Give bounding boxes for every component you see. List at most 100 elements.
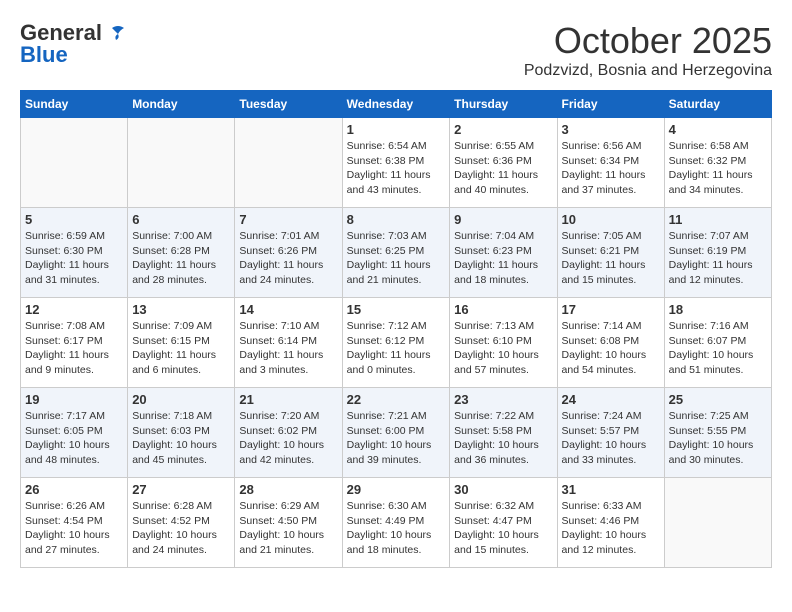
day-number: 20 (132, 392, 230, 407)
calendar-cell: 5Sunrise: 6:59 AM Sunset: 6:30 PM Daylig… (21, 208, 128, 298)
day-number: 19 (25, 392, 123, 407)
day-info: Sunrise: 7:21 AM Sunset: 6:00 PM Dayligh… (347, 409, 446, 468)
calendar-cell: 10 Sunrise: 7:05 AM Sunset: 6:21 PM Dayli… (557, 208, 664, 298)
month-title: October 2025 (524, 20, 772, 62)
weekday-header-thursday: Thursday (450, 91, 557, 118)
day-info: Sunrise: 7:05 AM Sunset: 6:21 PM Dayligh… (562, 229, 660, 288)
calendar-week-row: 1 Sunrise: 6:54 AM Sunset: 6:38 PM Daylig… (21, 118, 772, 208)
weekday-header-sunday: Sunday (21, 91, 128, 118)
calendar-cell: 27 Sunrise: 6:28 AM Sunset: 4:52 PM Dayli… (128, 478, 235, 568)
logo-bird-icon (104, 24, 126, 42)
calendar-cell: 19 Sunrise: 7:17 AM Sunset: 6:05 PM Dayli… (21, 388, 128, 478)
day-number: 3 (562, 122, 660, 137)
day-info: Sunrise: 7:18 AM Sunset: 6:03 PM Dayligh… (132, 409, 230, 468)
day-number: 7 (239, 212, 337, 227)
calendar-cell (664, 478, 771, 568)
weekday-header-wednesday: Wednesday (342, 91, 450, 118)
day-info: Sunrise: 7:04 AM Sunset: 6:23 PM Dayligh… (454, 229, 552, 288)
day-info: Sunrise: 7:17 AM Sunset: 6:05 PM Dayligh… (25, 409, 123, 468)
calendar-cell: 18 Sunrise: 7:16 AM Sunset: 6:07 PM Dayli… (664, 298, 771, 388)
calendar-cell: 3Sunrise: 6:56 AM Sunset: 6:34 PM Daylig… (557, 118, 664, 208)
day-number: 22 (347, 392, 446, 407)
calendar-cell: 16Sunrise: 7:13 AM Sunset: 6:10 PM Dayli… (450, 298, 557, 388)
day-info: Sunrise: 7:07 AM Sunset: 6:19 PM Dayligh… (669, 229, 767, 288)
day-info: Sunrise: 6:32 AM Sunset: 4:47 PM Dayligh… (454, 499, 552, 558)
calendar-cell: 1 Sunrise: 6:54 AM Sunset: 6:38 PM Daylig… (342, 118, 450, 208)
calendar-week-row: 5Sunrise: 6:59 AM Sunset: 6:30 PM Daylig… (21, 208, 772, 298)
day-number: 9 (454, 212, 552, 227)
day-info: Sunrise: 7:16 AM Sunset: 6:07 PM Dayligh… (669, 319, 767, 378)
calendar-cell: 8 Sunrise: 7:03 AM Sunset: 6:25 PM Daylig… (342, 208, 450, 298)
day-number: 26 (25, 482, 123, 497)
day-info: Sunrise: 6:54 AM Sunset: 6:38 PM Dayligh… (347, 139, 446, 198)
day-info: Sunrise: 7:10 AM Sunset: 6:14 PM Dayligh… (239, 319, 337, 378)
calendar-cell: 15Sunrise: 7:12 AM Sunset: 6:12 PM Dayli… (342, 298, 450, 388)
calendar-cell (21, 118, 128, 208)
day-number: 28 (239, 482, 337, 497)
calendar-cell: 23Sunrise: 7:22 AM Sunset: 5:58 PM Dayli… (450, 388, 557, 478)
day-number: 21 (239, 392, 337, 407)
day-number: 13 (132, 302, 230, 317)
calendar-week-row: 19 Sunrise: 7:17 AM Sunset: 6:05 PM Dayli… (21, 388, 772, 478)
day-info: Sunrise: 7:20 AM Sunset: 6:02 PM Dayligh… (239, 409, 337, 468)
day-info: Sunrise: 6:30 AM Sunset: 4:49 PM Dayligh… (347, 499, 446, 558)
day-number: 1 (347, 122, 446, 137)
weekday-header-tuesday: Tuesday (235, 91, 342, 118)
day-info: Sunrise: 6:58 AM Sunset: 6:32 PM Dayligh… (669, 139, 767, 198)
calendar-cell: 2 Sunrise: 6:55 AM Sunset: 6:36 PM Daylig… (450, 118, 557, 208)
calendar-cell: 31 Sunrise: 6:33 AM Sunset: 4:46 PM Dayli… (557, 478, 664, 568)
calendar-week-row: 26Sunrise: 6:26 AM Sunset: 4:54 PM Dayli… (21, 478, 772, 568)
calendar-cell: 20 Sunrise: 7:18 AM Sunset: 6:03 PM Dayli… (128, 388, 235, 478)
day-info: Sunrise: 6:29 AM Sunset: 4:50 PM Dayligh… (239, 499, 337, 558)
day-number: 8 (347, 212, 446, 227)
day-info: Sunrise: 6:33 AM Sunset: 4:46 PM Dayligh… (562, 499, 660, 558)
calendar-table: SundayMondayTuesdayWednesdayThursdayFrid… (20, 90, 772, 568)
calendar-cell: 21 Sunrise: 7:20 AM Sunset: 6:02 PM Dayli… (235, 388, 342, 478)
day-number: 10 (562, 212, 660, 227)
day-info: Sunrise: 6:55 AM Sunset: 6:36 PM Dayligh… (454, 139, 552, 198)
day-info: Sunrise: 6:28 AM Sunset: 4:52 PM Dayligh… (132, 499, 230, 558)
day-number: 29 (347, 482, 446, 497)
calendar-cell: 28 Sunrise: 6:29 AM Sunset: 4:50 PM Dayli… (235, 478, 342, 568)
calendar-cell: 14Sunrise: 7:10 AM Sunset: 6:14 PM Dayli… (235, 298, 342, 388)
day-info: Sunrise: 7:03 AM Sunset: 6:25 PM Dayligh… (347, 229, 446, 288)
day-info: Sunrise: 7:24 AM Sunset: 5:57 PM Dayligh… (562, 409, 660, 468)
calendar-cell: 13 Sunrise: 7:09 AM Sunset: 6:15 PM Dayli… (128, 298, 235, 388)
calendar-cell: 17Sunrise: 7:14 AM Sunset: 6:08 PM Dayli… (557, 298, 664, 388)
day-info: Sunrise: 7:00 AM Sunset: 6:28 PM Dayligh… (132, 229, 230, 288)
day-number: 17 (562, 302, 660, 317)
weekday-header-monday: Monday (128, 91, 235, 118)
day-info: Sunrise: 6:59 AM Sunset: 6:30 PM Dayligh… (25, 229, 123, 288)
day-number: 31 (562, 482, 660, 497)
day-info: Sunrise: 7:09 AM Sunset: 6:15 PM Dayligh… (132, 319, 230, 378)
day-number: 11 (669, 212, 767, 227)
calendar-cell: 24 Sunrise: 7:24 AM Sunset: 5:57 PM Dayli… (557, 388, 664, 478)
day-info: Sunrise: 7:25 AM Sunset: 5:55 PM Dayligh… (669, 409, 767, 468)
day-number: 16 (454, 302, 552, 317)
day-number: 2 (454, 122, 552, 137)
calendar-cell: 9 Sunrise: 7:04 AM Sunset: 6:23 PM Daylig… (450, 208, 557, 298)
location: Podzvizd, Bosnia and Herzegovina (524, 62, 772, 80)
calendar-cell: 30Sunrise: 6:32 AM Sunset: 4:47 PM Dayli… (450, 478, 557, 568)
day-info: Sunrise: 7:01 AM Sunset: 6:26 PM Dayligh… (239, 229, 337, 288)
logo-text-blue: Blue (20, 42, 68, 68)
weekday-header-friday: Friday (557, 91, 664, 118)
day-number: 18 (669, 302, 767, 317)
calendar-cell: 12Sunrise: 7:08 AM Sunset: 6:17 PM Dayli… (21, 298, 128, 388)
calendar-cell (128, 118, 235, 208)
day-number: 6 (132, 212, 230, 227)
day-info: Sunrise: 7:22 AM Sunset: 5:58 PM Dayligh… (454, 409, 552, 468)
title-block: October 2025 Podzvizd, Bosnia and Herzeg… (524, 20, 772, 80)
day-number: 25 (669, 392, 767, 407)
calendar-cell: 29 Sunrise: 6:30 AM Sunset: 4:49 PM Dayli… (342, 478, 450, 568)
calendar-cell: 26Sunrise: 6:26 AM Sunset: 4:54 PM Dayli… (21, 478, 128, 568)
logo: General Blue (20, 20, 126, 68)
calendar-cell: 7 Sunrise: 7:01 AM Sunset: 6:26 PM Daylig… (235, 208, 342, 298)
day-number: 4 (669, 122, 767, 137)
day-number: 27 (132, 482, 230, 497)
day-number: 24 (562, 392, 660, 407)
day-info: Sunrise: 7:08 AM Sunset: 6:17 PM Dayligh… (25, 319, 123, 378)
calendar-cell: 25 Sunrise: 7:25 AM Sunset: 5:55 PM Dayli… (664, 388, 771, 478)
calendar-cell: 6 Sunrise: 7:00 AM Sunset: 6:28 PM Daylig… (128, 208, 235, 298)
weekday-header-row: SundayMondayTuesdayWednesdayThursdayFrid… (21, 91, 772, 118)
